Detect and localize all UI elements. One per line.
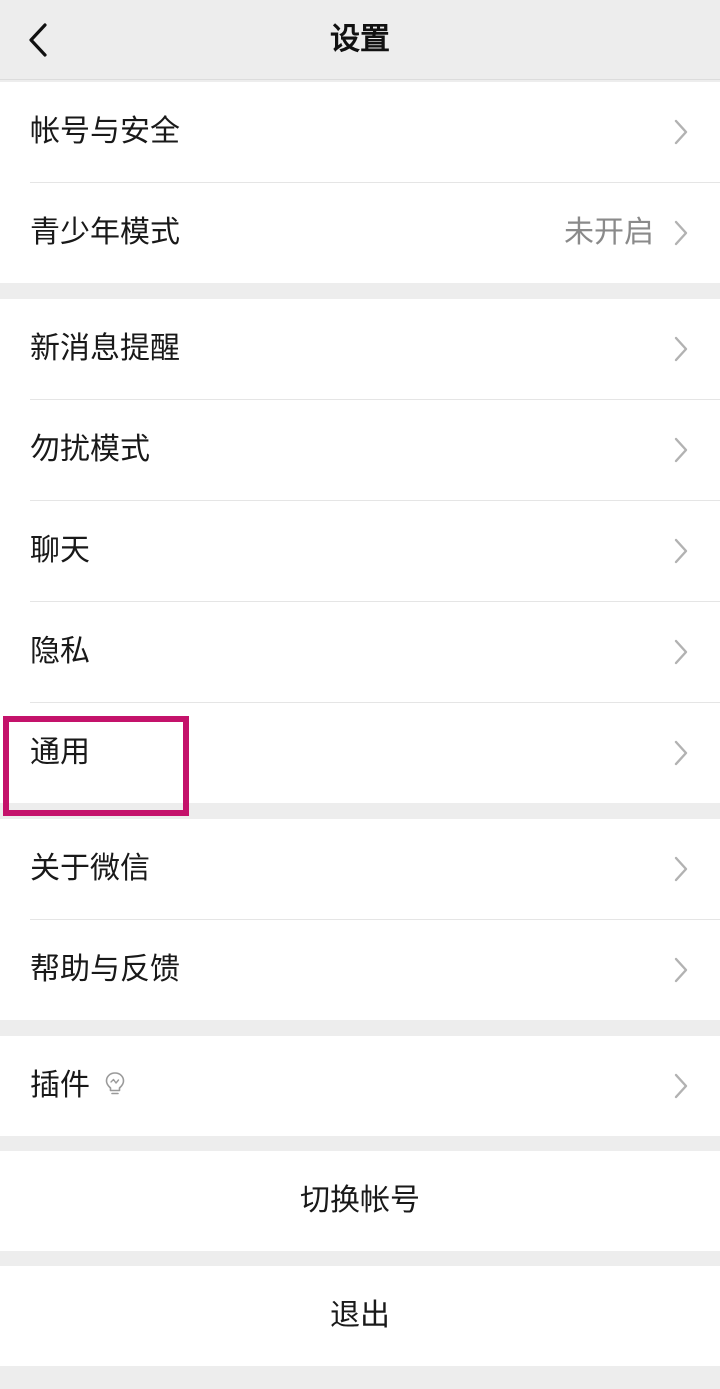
settings-item-label: 勿扰模式 — [30, 432, 150, 467]
settings-group-plugins: 插件 — [0, 1036, 720, 1136]
settings-item-label: 帐号与安全 — [30, 114, 180, 149]
settings-item-label: 新消息提醒 — [30, 331, 180, 366]
chevron-right-icon — [674, 119, 688, 145]
chevron-right-icon — [674, 437, 688, 463]
settings-item-value: 未开启 — [564, 215, 654, 250]
settings-item-label: 插件 — [30, 1068, 90, 1103]
chevron-right-icon — [674, 639, 688, 665]
lightbulb-icon — [105, 1071, 125, 1094]
settings-item-general[interactable]: 通用 — [0, 703, 720, 803]
settings-item-label: 关于微信 — [30, 851, 150, 886]
chevron-right-icon — [674, 220, 688, 246]
settings-item-notifications[interactable]: 新消息提醒 — [0, 299, 720, 400]
chevron-right-icon — [674, 740, 688, 766]
settings-item-do-not-disturb[interactable]: 勿扰模式 — [0, 400, 720, 501]
settings-group-general: 新消息提醒 勿扰模式 聊天 隐私 通用 — [0, 299, 720, 803]
settings-item-teen-mode[interactable]: 青少年模式 未开启 — [0, 183, 720, 283]
settings-item-label: 帮助与反馈 — [30, 952, 180, 987]
settings-item-chat[interactable]: 聊天 — [0, 501, 720, 602]
settings-item-account-security[interactable]: 帐号与安全 — [0, 82, 720, 183]
page-title: 设置 — [330, 22, 390, 57]
settings-item-privacy[interactable]: 隐私 — [0, 602, 720, 703]
logout-button[interactable]: 退出 — [0, 1266, 720, 1366]
chevron-right-icon — [674, 856, 688, 882]
settings-group-account: 帐号与安全 青少年模式 未开启 — [0, 82, 720, 283]
nav-bar: 设置 — [0, 0, 720, 80]
settings-item-label-wrap: 插件 — [30, 1036, 126, 1136]
settings-item-label: 通用 — [30, 735, 90, 770]
settings-item-label: 青少年模式 — [30, 215, 180, 250]
settings-group-about: 关于微信 帮助与反馈 — [0, 819, 720, 1020]
switch-account-button[interactable]: 切换帐号 — [0, 1151, 720, 1251]
settings-item-about[interactable]: 关于微信 — [0, 819, 720, 920]
settings-item-label: 聊天 — [30, 533, 90, 568]
chevron-right-icon — [674, 957, 688, 983]
chevron-right-icon — [674, 538, 688, 564]
settings-item-label: 隐私 — [30, 634, 90, 669]
chevron-right-icon — [674, 336, 688, 362]
chevron-right-icon — [674, 1073, 688, 1099]
settings-item-plugins[interactable]: 插件 — [0, 1036, 720, 1136]
settings-item-help[interactable]: 帮助与反馈 — [0, 920, 720, 1020]
